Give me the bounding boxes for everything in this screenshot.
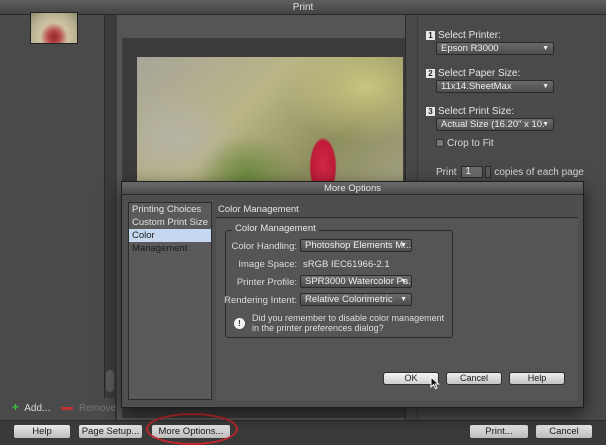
step-number: 2 — [426, 69, 435, 78]
info-icon: ! — [234, 318, 245, 329]
rendering-intent-dropdown[interactable]: Relative Colorimetric ▼ — [300, 293, 412, 306]
print-size-value: Actual Size (16.20" x 10. — [441, 119, 545, 130]
list-item-custom-print-size[interactable]: Custom Print Size — [129, 216, 211, 229]
plus-icon[interactable]: + — [12, 400, 22, 414]
window-title: Print — [0, 0, 606, 15]
step-3: 3 Select Print Size: — [426, 106, 514, 117]
rendering-intent-value: Relative Colorimetric — [305, 294, 393, 305]
rendering-intent-label: Rendering Intent: — [224, 295, 297, 306]
list-item-color-management[interactable]: Color Management — [129, 229, 211, 254]
chevron-down-icon: ▼ — [542, 45, 549, 52]
add-button[interactable]: Add... — [24, 403, 50, 414]
highlight-circle — [146, 413, 238, 445]
crop-to-fit-label: Crop to Fit — [447, 138, 494, 149]
chevron-down-icon: ▼ — [542, 83, 549, 90]
color-handling-dropdown[interactable]: Photoshop Elements M... ▼ — [300, 239, 412, 252]
copies-input[interactable]: 1 — [461, 166, 484, 179]
select-print-size-label: Select Print Size: — [438, 106, 515, 117]
more-options-dialog: More Options Printing Choices Custom Pri… — [121, 181, 584, 408]
chevron-down-icon: ▼ — [400, 242, 407, 249]
list-item-printing-choices[interactable]: Printing Choices — [129, 203, 211, 216]
printer-value: Epson R3000 — [441, 43, 499, 54]
paper-size-value: 11x14.SheetMax — [441, 81, 512, 92]
crop-to-fit-checkbox[interactable] — [436, 139, 444, 148]
info-message: Did you remember to disable color manage… — [252, 313, 445, 333]
mouse-cursor-icon — [430, 376, 440, 390]
remove-button: Remove — [78, 403, 117, 414]
help-button[interactable]: Help — [13, 424, 71, 439]
crop-to-fit-row: Crop to Fit — [436, 139, 494, 149]
printer-dropdown[interactable]: Epson R3000 ▼ — [436, 42, 554, 55]
printer-profile-value: SPR3000 Watercolor Pa... — [305, 276, 412, 287]
add-remove-row: + Add... Remove — [12, 400, 116, 414]
thumbnail-scrollbar[interactable] — [104, 15, 116, 398]
copies-stepper[interactable] — [485, 166, 492, 179]
select-printer-label: Select Printer: — [438, 30, 501, 41]
image-space-value: sRGB IEC61966-2.1 — [303, 259, 390, 270]
photo-thumbnail[interactable] — [30, 12, 78, 44]
thumbnail-panel — [0, 15, 116, 420]
minus-icon — [61, 406, 74, 410]
group-legend: Color Management — [232, 223, 319, 234]
copies-suffix: copies of each page — [494, 167, 584, 178]
step-number: 1 — [426, 31, 435, 40]
chevron-down-icon: ▼ — [542, 121, 549, 128]
cancel-button[interactable]: Cancel — [535, 424, 593, 439]
image-space-label: Image Space: — [238, 259, 297, 270]
copies-row: Print 1 copies of each page — [436, 166, 584, 179]
thumbnail-scrollbar-thumb[interactable] — [106, 370, 114, 392]
dialog-cancel-button[interactable]: Cancel — [446, 372, 502, 385]
section-title: Color Management — [216, 201, 578, 218]
color-handling-value: Photoshop Elements M... — [305, 240, 412, 251]
chevron-down-icon: ▼ — [400, 278, 407, 285]
step-1: 1 Select Printer: — [426, 30, 501, 41]
select-paper-size-label: Select Paper Size: — [438, 68, 521, 79]
dialog-title: More Options — [122, 182, 583, 195]
color-handling-label: Color Handling: — [231, 241, 297, 252]
print-label: Print — [436, 167, 457, 178]
page-setup-button[interactable]: Page Setup... — [78, 424, 143, 439]
options-category-list: Printing Choices Custom Print Size Color… — [128, 202, 212, 400]
step-number: 3 — [426, 107, 435, 116]
photo-preview[interactable] — [137, 57, 403, 192]
paper-size-dropdown[interactable]: 11x14.SheetMax ▼ — [436, 80, 554, 93]
print-size-dropdown[interactable]: Actual Size (16.20" x 10. ▼ — [436, 118, 554, 131]
chevron-down-icon: ▼ — [400, 296, 407, 303]
printer-profile-label: Printer Profile: — [236, 277, 297, 288]
step-2: 2 Select Paper Size: — [426, 68, 520, 79]
dialog-help-button[interactable]: Help — [509, 372, 565, 385]
print-button[interactable]: Print... — [469, 424, 529, 439]
printer-profile-dropdown[interactable]: SPR3000 Watercolor Pa... ▼ — [300, 275, 412, 288]
